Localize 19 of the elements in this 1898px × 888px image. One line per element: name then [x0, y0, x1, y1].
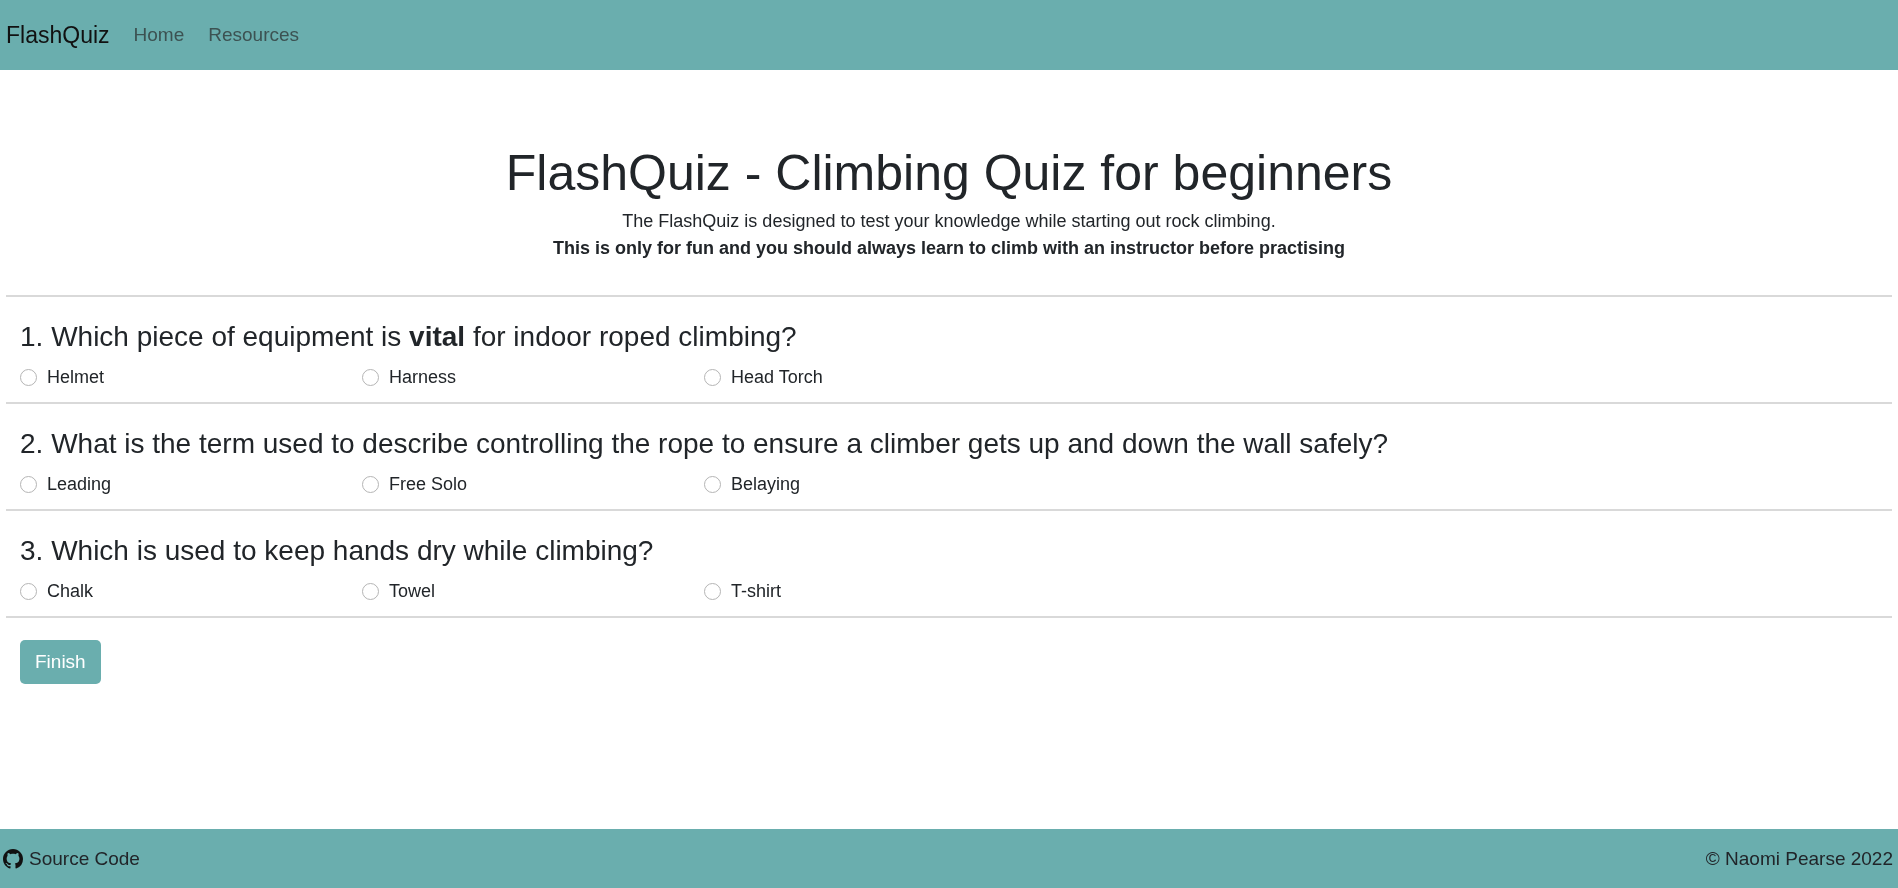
page-title: FlashQuiz - Climbing Quiz for beginners	[504, 146, 1394, 201]
option-label[interactable]: Chalk	[47, 581, 94, 602]
subtitle: The FlashQuiz is designed to test your knowledge while starting out rock climbing.	[621, 211, 1277, 232]
option-label[interactable]: Harness	[389, 367, 457, 388]
option-label[interactable]: T-shirt	[731, 581, 781, 602]
option-label[interactable]: Leading	[47, 474, 112, 495]
source-code-link[interactable]: Source Code	[3, 847, 140, 870]
option-label[interactable]: Towel	[389, 581, 436, 602]
question-text: 3. Which is used to keep hands dry while climbing?	[20, 535, 655, 567]
notice-text: This is only for fun and you should always learn to climb with an instructor before practising	[551, 238, 1347, 259]
github-icon	[3, 848, 23, 869]
option-label[interactable]: Head Torch	[731, 367, 823, 388]
copyright-text: © Naomi Pearse 2022	[1705, 847, 1893, 870]
question-text: 2. What is the term used to describe controlling the rope to ensure a climber gets up and down the wall safely?	[20, 428, 1390, 460]
option-label[interactable]: Free Solo	[389, 474, 468, 495]
brand-link[interactable]: FlashQuiz	[6, 21, 110, 49]
question-text: 1. Which piece of equipment is vital for indoor roped climbing?	[20, 321, 798, 353]
option-label[interactable]: Belaying	[731, 474, 801, 495]
option-label[interactable]: Helmet	[47, 367, 104, 388]
